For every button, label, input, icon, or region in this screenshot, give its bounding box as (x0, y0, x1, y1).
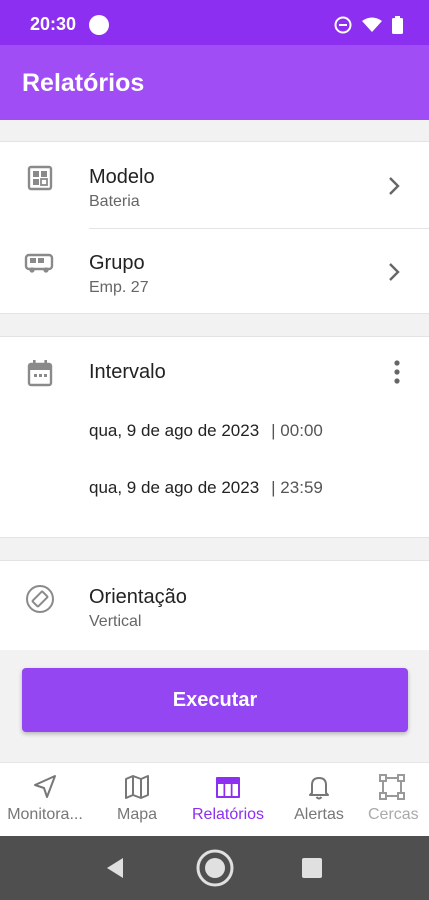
back-icon[interactable] (103, 856, 127, 880)
status-icons (334, 14, 403, 36)
battery-icon (392, 16, 403, 34)
nav-item-map[interactable]: Mapa (92, 763, 182, 837)
map-icon (125, 775, 149, 799)
chevron-right-icon (389, 177, 400, 195)
do-not-disturb-icon (334, 16, 352, 34)
calendar-icon (27, 360, 53, 387)
interval-card: Intervalo qua, 9 de ago de 2023 | 00:00 q… (0, 336, 429, 538)
status-time: 20:30 (30, 14, 77, 34)
group-title: Grupo (89, 252, 145, 274)
model-row[interactable]: Modelo Bateria (0, 142, 429, 228)
status-bar: 20:30 (0, 0, 429, 45)
interval-start-date: qua, 9 de ago de 2023 (89, 421, 260, 440)
nav-item-fences[interactable]: Cercas (354, 763, 429, 837)
nav-label: Relatórios (191, 806, 265, 823)
orientation-title: Orientação (89, 586, 187, 608)
interval-end-time: | 23:59 (271, 478, 323, 497)
interval-start[interactable]: qua, 9 de ago de 2023 | 00:00 (89, 421, 323, 441)
wifi-icon (362, 17, 382, 32)
notification-dot-icon (89, 15, 109, 35)
interval-start-time: | 00:00 (271, 421, 323, 440)
interval-end[interactable]: qua, 9 de ago de 2023 | 23:59 (89, 478, 323, 498)
nav-item-monitoring[interactable]: Monitora... (0, 763, 90, 837)
nav-label: Mapa (116, 806, 158, 823)
model-grid-icon (27, 165, 53, 191)
orientation-value: Vertical (89, 613, 142, 630)
bell-icon (309, 777, 329, 800)
home-icon[interactable] (195, 848, 235, 888)
chevron-right-icon (389, 263, 400, 281)
orientation-card: Orientação Vertical (0, 560, 429, 650)
app-bar: Relatórios (0, 45, 429, 120)
execute-button[interactable]: Executar (22, 668, 408, 732)
nav-label: Monitora... (7, 806, 83, 823)
group-row[interactable]: Grupo Emp. 27 (0, 229, 429, 315)
system-navigation-bar (0, 836, 429, 900)
interval-end-date: qua, 9 de ago de 2023 (89, 478, 260, 497)
nav-item-reports[interactable]: Relatórios (183, 763, 273, 837)
table-icon (216, 777, 240, 798)
screen-rotation-icon (26, 585, 54, 613)
model-value: Bateria (89, 193, 140, 210)
orientation-row[interactable]: Orientação Vertical (0, 561, 429, 651)
page-title: Relatórios (22, 69, 145, 97)
interval-title: Intervalo (89, 361, 166, 383)
nav-item-alerts[interactable]: Alertas (274, 763, 364, 837)
group-value: Emp. 27 (89, 279, 149, 296)
nav-label: Alertas (294, 806, 344, 823)
bus-icon (24, 253, 54, 273)
navigation-arrow-icon (34, 775, 56, 798)
more-vertical-icon[interactable] (393, 359, 401, 385)
selection-card: Modelo Bateria Grupo Emp. 27 (0, 141, 429, 314)
nav-label: Cercas (368, 806, 419, 823)
fence-polygon-icon (378, 774, 405, 800)
recents-icon[interactable] (302, 858, 322, 878)
bottom-navigation: Monitora... Mapa Relatórios Alertas Cerc… (0, 762, 429, 836)
model-title: Modelo (89, 166, 155, 188)
